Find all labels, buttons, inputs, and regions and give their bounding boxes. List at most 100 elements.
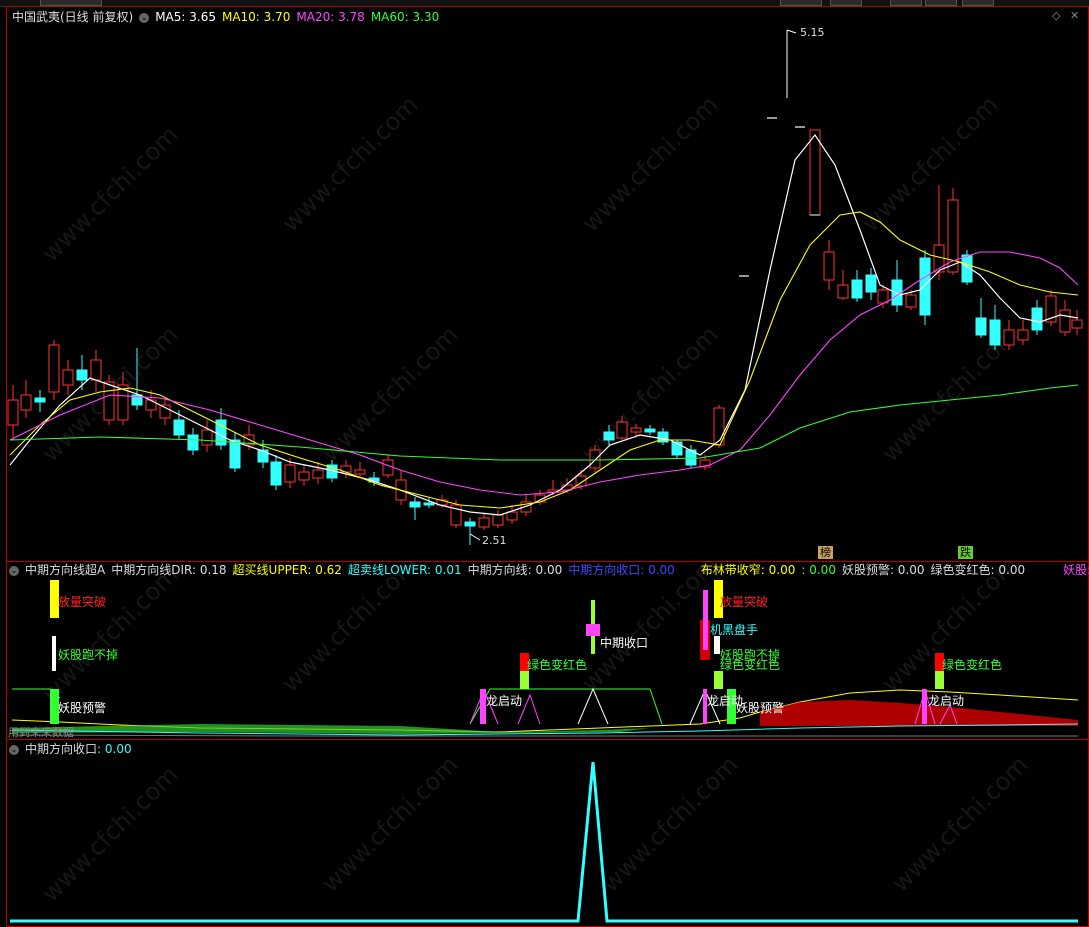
candle-body — [975, 317, 987, 336]
signal-bar — [935, 671, 944, 689]
ma20-label: MA20: 3.78 — [296, 10, 365, 24]
candle-body — [173, 419, 185, 436]
bang-badge: 榜 — [818, 546, 833, 559]
signal-label: 中期收口 — [600, 636, 649, 650]
signal-label: 放量突破 — [58, 595, 107, 609]
candle-body — [103, 381, 115, 421]
future-data-notice: 用到未来数据 — [8, 726, 74, 739]
ind-item-5: 中期方向收口: 0.00 — [568, 563, 675, 577]
ind-item-3: 超卖线LOWER: 0.01 — [347, 563, 462, 577]
lower-collapse-icon[interactable]: ⌄ — [9, 744, 19, 755]
signal-label: 妖股预警 — [736, 701, 785, 715]
candle-body — [464, 521, 476, 527]
candle-body — [1071, 319, 1083, 329]
candle-body — [145, 399, 157, 411]
candle-body — [1003, 329, 1015, 346]
signal-bar — [591, 636, 595, 654]
ma5-line — [9, 133, 1079, 516]
ma10-label: MA10: 3.70 — [221, 10, 291, 24]
candle-body — [809, 129, 821, 216]
candle-body — [877, 289, 889, 304]
low-marker — [469, 533, 481, 541]
chart-title[interactable]: 中国武夷(日线 前复权) — [12, 10, 133, 24]
high-marker — [786, 29, 797, 34]
candle-body — [905, 294, 917, 308]
green-area — [12, 724, 650, 734]
candle-body — [589, 449, 601, 469]
signal-bar — [703, 590, 708, 650]
candle-body — [1017, 329, 1029, 341]
collapse-line — [10, 761, 1078, 923]
candle-body — [382, 459, 394, 476]
settings-icon[interactable]: ◇ — [1052, 9, 1060, 22]
candle-body — [1031, 307, 1043, 331]
signal-label: 放量突破 — [720, 595, 769, 609]
signal-label: 龙启动 — [486, 694, 523, 708]
candle-body — [630, 427, 642, 433]
candle-body — [298, 471, 310, 481]
candle-body — [865, 274, 877, 293]
red-area — [760, 700, 1078, 726]
candle-body — [312, 469, 324, 479]
candle-body — [492, 514, 504, 526]
chart-canvas[interactable] — [0, 0, 1089, 927]
candle-body — [851, 279, 863, 299]
signal-label: 机黑盘手 — [710, 623, 759, 637]
candle-body — [76, 369, 88, 381]
signal-label: 妖股跑不掉 — [58, 648, 119, 662]
ma60-label: MA60: 3.30 — [370, 10, 440, 24]
indicator-collapse-icon[interactable]: ⌄ — [9, 565, 19, 576]
candle-body — [201, 429, 213, 446]
ind-item-0[interactable]: 中期方向线超A — [25, 563, 105, 577]
signal-label: 妖股预警 — [58, 701, 107, 715]
candle-body — [20, 394, 32, 411]
high-price-label: 5.15 — [800, 26, 825, 39]
candle-body — [603, 431, 615, 441]
candle-body — [478, 517, 490, 528]
candle-body — [7, 399, 19, 426]
candle-body — [506, 511, 518, 521]
ma5-label: MA5: 3.65 — [155, 10, 216, 24]
signal-label: 绿色变红色 — [942, 658, 1003, 672]
signal-bar — [520, 671, 529, 689]
main-header: 中国武夷(日线 前复权) ⌄ MA5: 3.65 MA10: 3.70 MA20: 3.… — [12, 10, 445, 24]
ind-item-2: 超买线UPPER: 0.62 — [232, 563, 342, 577]
ind-item-10: 妖股: 0.00 — [1063, 563, 1089, 577]
candle-body — [90, 359, 102, 381]
candle-body — [34, 397, 46, 403]
ind-item-9: 绿色变红色: 0.00 — [930, 563, 1026, 577]
ind-item-7: : 0.00 — [801, 563, 836, 577]
candle-body — [919, 257, 931, 316]
ma20-line — [9, 251, 1079, 496]
die-badge: 跌 — [958, 546, 973, 559]
ind-item-6: 布林带收窄: 0.00 — [700, 563, 796, 577]
lower-title[interactable]: 中期方向收口 — [25, 742, 97, 756]
ind-item-1: 中期方向线DIR: 0.18 — [111, 563, 227, 577]
candle-body — [933, 244, 945, 273]
ind-item-4: 中期方向线: 0.00 — [467, 563, 563, 577]
candle-body — [823, 251, 835, 281]
candle-body — [989, 319, 1001, 346]
lower-value: : 0.00 — [97, 742, 132, 756]
indicator-header: ⌄ 中期方向线超A 中期方向线DIR: 0.18 超买线UPPER: 0.62 超卖线L… — [9, 563, 1089, 577]
zero-line — [11, 734, 1078, 737]
candle-body — [48, 344, 60, 393]
candle-body — [423, 502, 435, 506]
signal-bar — [591, 600, 595, 624]
candle-body — [1059, 309, 1071, 333]
candle-body — [354, 469, 366, 475]
ma10-line — [9, 211, 1079, 509]
candle-body — [187, 434, 199, 451]
lower-header: ⌄ 中期方向收口: 0.00 — [9, 742, 138, 756]
candle-body — [616, 421, 628, 439]
close-icon[interactable]: ✕ — [1070, 9, 1079, 22]
ind-item-8: 妖股预警: 0.00 — [841, 563, 925, 577]
ma-settings-icon[interactable]: ⌄ — [139, 12, 150, 23]
signal-bar — [714, 671, 723, 689]
candle-body — [409, 501, 421, 508]
signal-label: 绿色变红色 — [720, 658, 781, 672]
signal-bar — [922, 689, 927, 724]
candle-body — [229, 439, 241, 469]
signal-bar — [52, 636, 56, 671]
ma60-line — [9, 384, 1079, 461]
